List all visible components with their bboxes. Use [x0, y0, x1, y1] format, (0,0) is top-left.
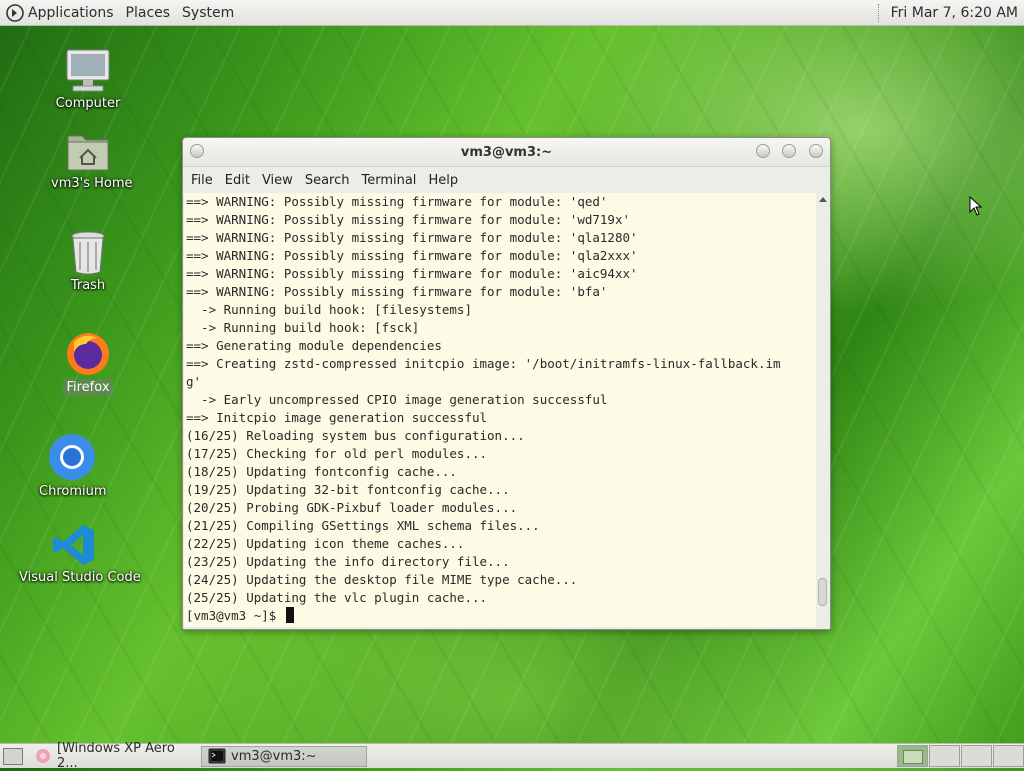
desktop-icon-firefox[interactable]: Firefox [58, 330, 118, 396]
workspace-3[interactable] [961, 745, 992, 767]
chromium-icon [49, 434, 95, 480]
task-label: vm3@vm3:~ [231, 748, 317, 764]
terminal-line: (20/25) Probing GDK-Pixbuf loader module… [186, 500, 518, 515]
terminal-line: g' [186, 374, 202, 389]
maximize-button[interactable] [782, 144, 796, 158]
desktop-icon-chromium[interactable]: Chromium [36, 432, 108, 499]
clock[interactable]: Fri Mar 7, 6:20 AM [887, 5, 1024, 21]
terminal-line: ==> WARNING: Possibly missing firmware f… [186, 230, 638, 245]
terminal-line: (23/25) Updating the info directory file… [186, 554, 510, 569]
desktop-icon-label: Firefox [63, 379, 113, 396]
terminal-line: (17/25) Checking for old perl modules... [186, 446, 488, 461]
task-label: [Windows XP Aero 2... [57, 741, 175, 771]
terminal-icon [208, 748, 226, 764]
terminal-line: ==> WARNING: Possibly missing firmware f… [186, 266, 638, 281]
desktop-icon-label: Trash [70, 278, 106, 293]
menu-help[interactable]: Help [422, 173, 464, 188]
terminal-line: (19/25) Updating 32-bit fontconfig cache… [186, 482, 510, 497]
mouse-pointer-icon [969, 196, 983, 216]
workspace-switcher [896, 745, 1024, 767]
desktop-icon-vscode[interactable]: Visual Studio Code [16, 522, 141, 585]
scroll-up-icon[interactable] [819, 197, 827, 202]
applications-menu[interactable]: Applications [0, 0, 120, 26]
distro-logo-icon [6, 3, 24, 22]
firefox-icon [67, 333, 109, 375]
home-folder-icon [67, 135, 109, 171]
system-menu-label: System [182, 4, 235, 21]
image-viewer-icon [36, 749, 50, 763]
menu-edit[interactable]: Edit [219, 173, 256, 188]
scrollbar-thumb[interactable] [818, 578, 827, 606]
task-button-terminal[interactable]: vm3@vm3:~ [201, 745, 367, 767]
vscode-icon [53, 525, 94, 565]
terminal-line: (21/25) Compiling GSettings XML schema f… [186, 518, 540, 533]
workspace-1[interactable] [897, 745, 928, 767]
desktop-icon-label: Chromium [39, 484, 107, 499]
minimize-button[interactable] [756, 144, 770, 158]
terminal-line: ==> WARNING: Possibly missing firmware f… [186, 284, 608, 299]
workspace-2[interactable] [929, 745, 960, 767]
terminal-line: ==> WARNING: Possibly missing firmware f… [186, 248, 638, 263]
terminal-prompt-line[interactable]: [vm3@vm3 ~]$ [186, 607, 814, 625]
close-button[interactable] [809, 144, 823, 158]
terminal-line: ==> WARNING: Possibly missing firmware f… [186, 194, 608, 209]
task-button-image-viewer[interactable]: [Windows XP Aero 2... [27, 741, 197, 771]
window-menu-button[interactable] [190, 144, 204, 158]
menu-file[interactable]: File [185, 173, 219, 188]
desktop-icon-computer[interactable]: Computer [50, 48, 126, 111]
terminal-line: (18/25) Updating fontconfig cache... [186, 464, 457, 479]
terminal-line: (22/25) Updating icon theme caches... [186, 536, 465, 551]
terminal-line: -> Running build hook: [filesystems] [186, 302, 472, 317]
terminal-window[interactable]: vm3@vm3:~ File Edit View Search Terminal… [182, 137, 831, 630]
terminal-line: (25/25) Updating the vlc plugin cache... [186, 590, 488, 605]
shell-prompt: [vm3@vm3 ~]$ [186, 608, 284, 623]
terminal-line: ==> Initcpio image generation successful [186, 410, 488, 425]
bottom-panel: [Windows XP Aero 2... vm3@vm3:~ [0, 741, 1024, 771]
text-cursor [285, 607, 294, 623]
top-panel: Applications Places System Fri Mar 7, 6:… [0, 0, 1024, 26]
desktop-icon-trash[interactable]: Trash [58, 230, 118, 293]
window-titlebar[interactable]: vm3@vm3:~ [183, 138, 830, 167]
system-menu[interactable]: System [176, 0, 240, 26]
terminal-line: (16/25) Reloading system bus configurati… [186, 428, 525, 443]
terminal-line: ==> Generating module dependencies [186, 338, 442, 353]
computer-icon [66, 49, 110, 92]
show-desktop-button[interactable] [3, 747, 23, 765]
menu-search[interactable]: Search [299, 173, 356, 188]
terminal-line: ==> Creating zstd-compressed initcpio im… [186, 356, 781, 371]
panel-grip[interactable] [877, 3, 881, 22]
terminal-line: (24/25) Updating the desktop file MIME t… [186, 572, 578, 587]
window-title: vm3@vm3:~ [460, 144, 553, 160]
terminal-output[interactable]: ==> WARNING: Possibly missing firmware f… [184, 193, 816, 627]
menu-view[interactable]: View [256, 173, 299, 188]
desktop-icon-label: vm3's Home [51, 176, 133, 191]
desktop-icon-label: Computer [55, 96, 121, 111]
desktop-icon-home[interactable]: vm3's Home [48, 128, 133, 191]
scrollbar[interactable] [816, 193, 829, 627]
terminal-menubar: File Edit View Search Terminal Help [183, 167, 830, 193]
menu-terminal[interactable]: Terminal [355, 173, 422, 188]
terminal-line: -> Early uncompressed CPIO image generat… [186, 392, 608, 407]
places-menu[interactable]: Places [120, 0, 177, 26]
terminal-line: ==> WARNING: Possibly missing firmware f… [186, 212, 631, 227]
trash-icon [71, 231, 105, 275]
workspace-4[interactable] [993, 745, 1024, 767]
desktop-icon-label: Visual Studio Code [19, 570, 141, 585]
applications-menu-label: Applications [28, 4, 114, 21]
places-menu-label: Places [125, 4, 171, 21]
terminal-line: -> Running build hook: [fsck] [186, 320, 420, 335]
